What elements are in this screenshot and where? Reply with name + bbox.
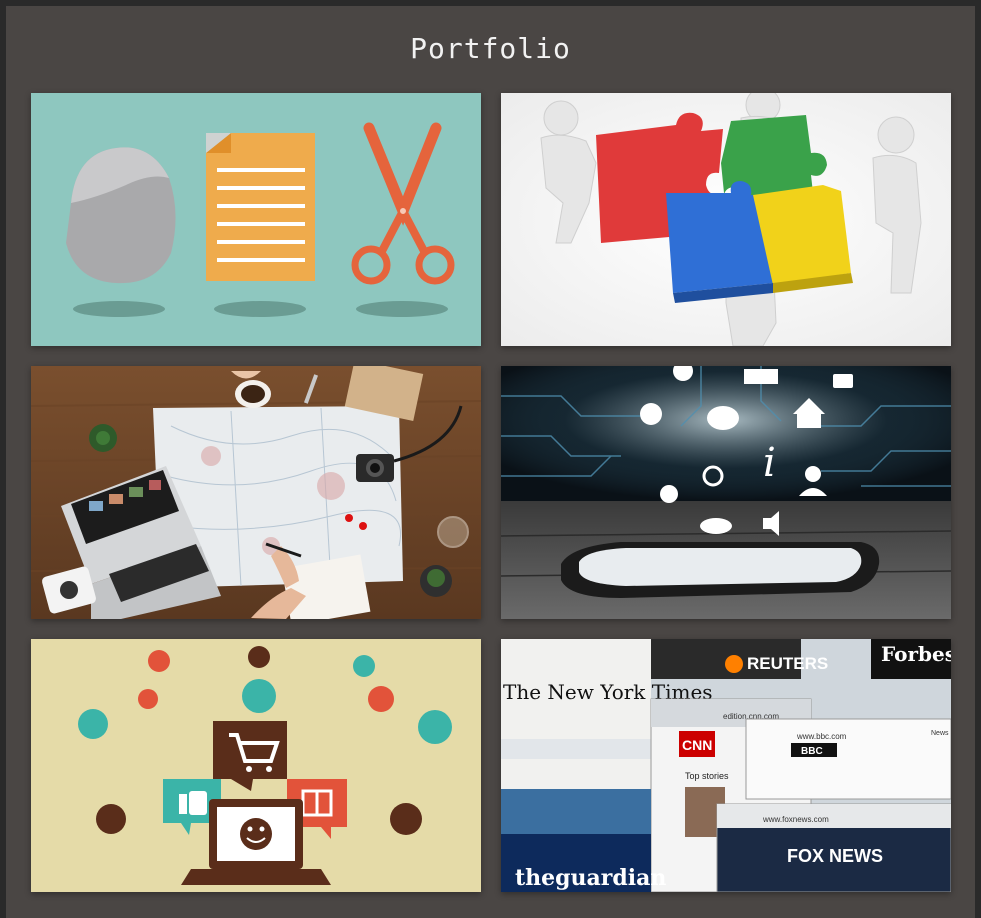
- puzzle-illustration: [501, 93, 951, 346]
- portfolio-panel: Portfolio i The New York Times REUTERS F…: [0, 0, 981, 918]
- gift-small-icon: [148, 650, 170, 672]
- mail-icon: [744, 369, 778, 384]
- gamepad-icon: [242, 679, 276, 713]
- wallet-icon: [138, 689, 158, 709]
- cnn-logo: CNN: [682, 737, 712, 753]
- chat-icon: [707, 406, 739, 430]
- portfolio-item-ecommerce[interactable]: [31, 639, 481, 892]
- portfolio-item-travel-map[interactable]: [31, 366, 481, 619]
- smiley-icon: [240, 818, 272, 850]
- phone-icon: [78, 709, 108, 739]
- reuters-logo: REUTERS: [747, 654, 828, 673]
- thumbs-up-small-icon: [96, 804, 126, 834]
- car-icon: [248, 646, 270, 668]
- airplane-icon: [390, 803, 422, 835]
- cloud-icon: [700, 518, 732, 534]
- portfolio-item-news-sites[interactable]: The New York Times REUTERS Forbes CNN ed…: [501, 639, 951, 892]
- music-icon: [368, 686, 394, 712]
- portfolio-item-smartphone-apps[interactable]: i: [501, 366, 951, 619]
- sun-icon: [660, 485, 678, 503]
- guardian-logo: theguardian: [515, 865, 666, 891]
- smartphone-illustration: i: [501, 366, 951, 619]
- bbc-logo: BBC: [801, 746, 823, 757]
- top-stories-label: Top stories: [685, 771, 729, 781]
- portfolio-item-puzzle-team[interactable]: [501, 93, 951, 346]
- foxnews-logo: FOX NEWS: [787, 846, 883, 866]
- bbc-url: www.bbc.com: [796, 732, 847, 741]
- lightbulb-icon: [640, 403, 662, 425]
- page-title: Portfolio: [410, 32, 571, 65]
- forbes-logo: Forbes: [881, 642, 951, 666]
- news-websites-collage: The New York Times REUTERS Forbes CNN ed…: [501, 639, 951, 892]
- stationery-illustration: [31, 93, 481, 346]
- portfolio-item-stationery[interactable]: [31, 93, 481, 346]
- ecommerce-illustration: [31, 639, 481, 892]
- info-icon: i: [763, 440, 776, 486]
- ticket-icon: [418, 710, 452, 744]
- lock-icon: [833, 374, 853, 388]
- document-icon: [206, 133, 315, 281]
- travel-desk-photo: [31, 366, 481, 619]
- foxnews-url: www.foxnews.com: [762, 815, 829, 824]
- stone-icon: [66, 147, 176, 284]
- monitor-icon: [353, 655, 375, 677]
- bbc-news-tab: News: [931, 730, 949, 737]
